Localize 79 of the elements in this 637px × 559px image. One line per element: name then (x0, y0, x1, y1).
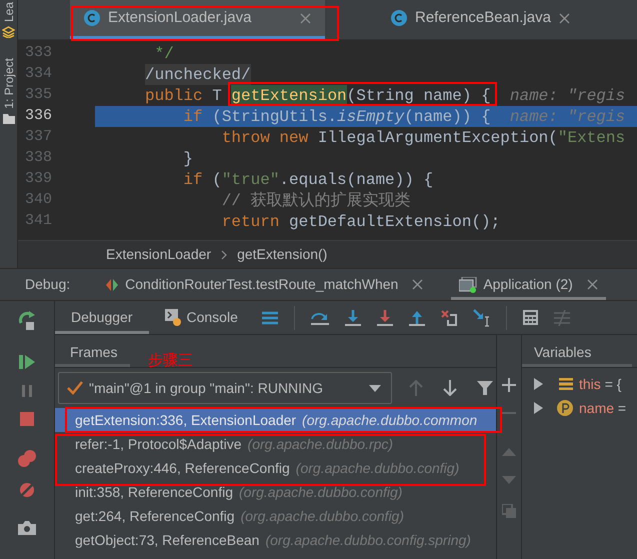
variable-entry[interactable]: this = { (579, 374, 622, 394)
resume-icon[interactable] (18, 353, 36, 371)
stack-frame[interactable]: init:358, ReferenceConfig (org.apache.dubbo.config) (55, 480, 496, 504)
parameter-icon (557, 400, 573, 416)
layers-icon (2, 26, 15, 38)
mute-breakpoints-icon[interactable] (18, 481, 36, 499)
editor-tab[interactable]: ReferenceBean.java (377, 0, 567, 39)
debugger-tab[interactable]: Debugger (55, 301, 148, 334)
add-icon[interactable] (502, 378, 516, 392)
force-step-into-icon[interactable] (376, 310, 393, 326)
filter-icon[interactable] (477, 380, 493, 396)
line-number: 336 (24, 106, 54, 126)
step-into-icon[interactable] (344, 310, 361, 326)
menu-icon[interactable] (262, 310, 278, 324)
up-arrow-icon[interactable] (409, 380, 423, 396)
stack-frame[interactable]: createProxy:446, ReferenceConfig (org.apache.dubbo.config) (55, 456, 496, 480)
line-number: 335 (24, 85, 54, 106)
panel-title: Variables (522, 336, 632, 367)
folder-icon (2, 112, 14, 124)
step-out-icon[interactable] (408, 310, 425, 326)
class-icon (391, 10, 407, 26)
close-icon[interactable] (558, 12, 570, 24)
editor-tab[interactable]: ExtensionLoader.java (70, 0, 325, 39)
line-number: 339 (24, 169, 54, 190)
code-line: } (182, 148, 194, 169)
annotation-label: 步骤三 (148, 352, 193, 368)
debug-label: Debug: (25, 275, 70, 294)
breadcrumb-item[interactable]: getExtension() (237, 244, 328, 265)
stack-frame[interactable]: getObject:73, ReferenceBean (org.apache.dubbo.config.spring) (55, 528, 496, 552)
expand-arrow-icon (534, 378, 543, 390)
class-icon (84, 10, 100, 26)
test-run-icon (105, 278, 120, 292)
thread-dropdown[interactable]: "main"@1 in group "main": RUNNING (58, 372, 392, 404)
breadcrumb-item[interactable]: ExtensionLoader (106, 244, 212, 265)
line-number: 334 (24, 64, 54, 84)
debugger-tab[interactable]: Console (148, 301, 254, 334)
code-line: public T getExtension(String name) { name: "regis (144, 85, 626, 106)
variable-entry[interactable]: name = (579, 398, 626, 418)
stack-frame[interactable]: get:264, ReferenceConfig (org.apache.dubbo.config) (55, 504, 496, 528)
camera-icon[interactable] (18, 521, 36, 535)
check-icon (67, 381, 83, 395)
down-arrow-icon[interactable] (443, 380, 457, 396)
breakpoints-icon[interactable] (17, 449, 37, 469)
code-line: if ("true".equals(name)) { (182, 170, 434, 190)
code-line: throw new IllegalArgumentException("Extens (220, 128, 626, 148)
stack-frame[interactable]: getExtension:336, ExtensionLoader (org.apache.dubbo.common (55, 408, 496, 432)
chevron-right-icon (221, 250, 228, 260)
thread-name: "main"@1 in group "main": RUNNING (89, 378, 324, 398)
line-number: 338 (24, 148, 54, 168)
code-line: return getDefaultExtension(); (220, 212, 502, 232)
debug-session-tab[interactable]: Application (2) (451, 269, 606, 300)
sidebar-tab[interactable]: Lea (2, 0, 16, 22)
down-triangle-icon[interactable] (502, 476, 516, 484)
trace-icon[interactable] (554, 310, 570, 326)
close-icon[interactable] (412, 279, 424, 290)
close-icon[interactable] (586, 279, 598, 290)
panel-title: Frames (55, 336, 130, 367)
expand-arrow-icon (534, 402, 543, 414)
debug-session-tab[interactable]: ConditionRouterTest.testRoute_matchWhen (105, 269, 452, 300)
stack-frame[interactable]: refer:-1, Protocol$Adaptive (org.apache.dubbo.rpc) (55, 432, 496, 456)
dropdown-arrow-icon (369, 384, 381, 392)
window-icon (459, 276, 478, 292)
line-number: 340 (24, 190, 54, 210)
copy-icon[interactable] (502, 504, 516, 518)
console-icon (164, 309, 180, 326)
drop-frame-icon[interactable] (440, 310, 457, 326)
sidebar-tab[interactable]: 1: Project (2, 58, 16, 109)
pause-icon[interactable] (19, 383, 35, 399)
code-line: // 获取默认的扩展实现类 (220, 190, 412, 211)
calculator-icon[interactable] (522, 310, 538, 325)
stop-icon[interactable] (19, 411, 35, 427)
field-icon (559, 378, 573, 390)
line-number: 333 (24, 43, 54, 64)
line-number: 341 (24, 211, 54, 232)
up-triangle-icon[interactable] (502, 448, 516, 456)
run-to-cursor-icon[interactable] (472, 308, 490, 326)
close-icon[interactable] (300, 12, 311, 24)
code-line: */ (154, 44, 175, 64)
line-number: 337 (24, 127, 54, 148)
